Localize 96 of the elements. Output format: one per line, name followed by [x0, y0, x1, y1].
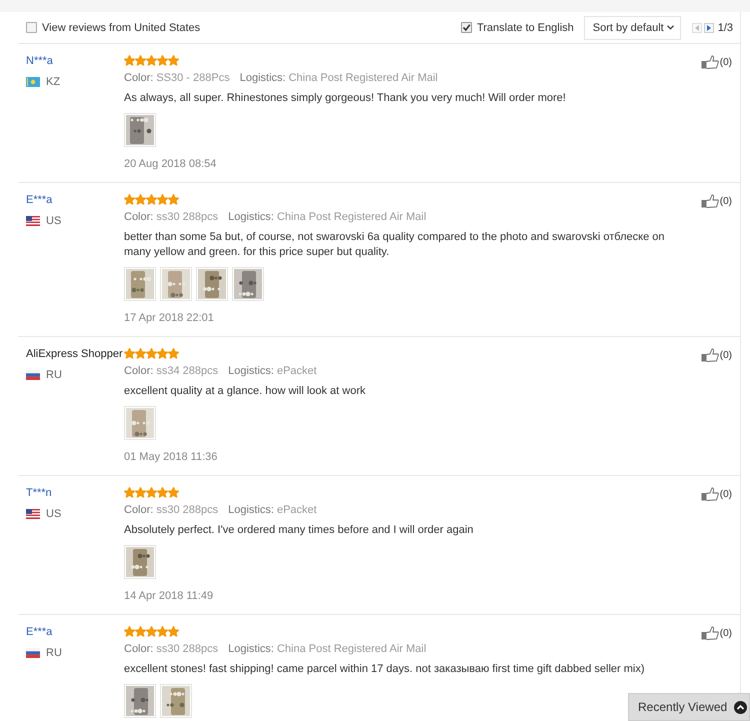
star-icon [135, 487, 146, 498]
caret-left-icon [694, 24, 699, 30]
star-icon [124, 55, 135, 66]
helpful-button[interactable]: (0) [700, 55, 732, 69]
color-value: ss30 288pcs [156, 643, 218, 655]
color-label: Color: [124, 643, 154, 655]
reviewer-name-link[interactable]: E***a [26, 194, 124, 206]
star-icon [168, 348, 179, 359]
checkbox[interactable] [26, 22, 37, 33]
star-icon [135, 194, 146, 205]
country-code: RU [46, 647, 62, 659]
star-icon [135, 348, 146, 359]
review-date: 17 Apr 2018 22:01 [124, 312, 215, 324]
review-text: excellent quality at a glance. how will look at work [124, 384, 367, 399]
thumbs-up-icon [700, 348, 719, 362]
reviewer-name-link[interactable]: T***n [26, 487, 124, 499]
logistics-value: ePacket [276, 504, 317, 516]
star-icon [157, 626, 168, 637]
color-label: Color: [124, 72, 154, 84]
checkbox-label[interactable]: View reviews from United States [42, 22, 200, 34]
logistics-value: ePacket [276, 365, 317, 377]
star-icon [157, 487, 168, 498]
logistics-label: Logistics: [240, 72, 286, 84]
color-label: Color: [124, 365, 154, 377]
country-code: US [46, 508, 62, 520]
checkbox[interactable] [460, 22, 472, 33]
recently-viewed-button[interactable]: Recently Viewed [628, 693, 750, 721]
flag-icon [26, 509, 40, 519]
color-value: ss34 288pcs [156, 365, 218, 377]
star-icon [146, 626, 157, 637]
star-icon [124, 626, 135, 637]
thumbs-up-icon [700, 487, 719, 501]
color-value: ss30 288pcs [156, 504, 218, 516]
review-text: excellent stones! fast shipping! came parcel within 17 days. not заказываю first time gift dabbed seller mix) [124, 662, 646, 677]
star-icon [135, 626, 146, 637]
helpful-count: (0) [720, 350, 732, 360]
logistics-value: China Post Registered Air Mail [276, 643, 426, 655]
helpful-count: (0) [720, 488, 732, 500]
review-date: 01 May 2018 11:36 [124, 451, 218, 463]
star-icon [168, 487, 179, 498]
chevron-up-icon [734, 700, 748, 714]
review-text: Absolutely perfect. I've ordered many times before and I will order again [124, 523, 474, 538]
color-value: ss30 288pcs [156, 211, 218, 223]
star-icon [124, 348, 135, 359]
next-page-button[interactable] [704, 22, 714, 32]
thumbs-up-icon [700, 194, 719, 208]
thumbs-up-icon [700, 55, 719, 69]
color-value: SS30 - 288Pcs [156, 72, 230, 84]
review-date: 20 Aug 2018 08:54 [124, 158, 218, 170]
logistics-label: Logistics: [228, 365, 274, 377]
star-icon [168, 626, 179, 637]
flag-icon [26, 216, 40, 226]
logistics-label: Logistics: [228, 211, 274, 223]
star-icon [124, 194, 135, 205]
star-icon [146, 348, 157, 359]
star-icon [146, 55, 157, 66]
star-icon [146, 194, 157, 205]
country-code: US [46, 215, 62, 227]
helpful-button[interactable]: (0) [700, 348, 732, 362]
thumbs-up-icon [700, 626, 719, 640]
caret-right-icon [706, 24, 711, 30]
logistics-value: China Post Registered Air Mail [288, 72, 438, 84]
flag-icon [26, 648, 40, 658]
review-text: better than some 5a but, of course, not swarovski 6a quality compared to the photo and swarovski отблеске on many yellow and green. for this price super but quality. [124, 230, 666, 260]
helpful-count: (0) [720, 56, 732, 68]
review-text: As always, all super. Rhinestones simply gorgeous! Thank you very much! Will order more! [124, 91, 567, 106]
flag-icon [26, 370, 40, 380]
logistics-label: Logistics: [228, 504, 274, 516]
logistics-label: Logistics: [228, 643, 274, 655]
helpful-count: (0) [720, 628, 732, 638]
country-code: KZ [46, 76, 60, 88]
helpful-count: (0) [720, 196, 732, 206]
country-code: RU [46, 369, 62, 381]
page-indicator: 1/3 [718, 22, 733, 34]
star-icon [124, 487, 135, 498]
star-icon [135, 55, 146, 66]
chevron-down-icon [666, 25, 674, 30]
color-label: Color: [124, 504, 154, 516]
reviewer-name-link[interactable]: N***a [26, 55, 124, 67]
star-icon [168, 55, 179, 66]
star-icon [157, 348, 168, 359]
checkbox-label[interactable]: Translate to English [476, 22, 574, 34]
logistics-value: China Post Registered Air Mail [276, 211, 426, 223]
color-label: Color: [124, 211, 154, 223]
helpful-button[interactable]: (0) [700, 487, 732, 501]
star-icon [146, 487, 157, 498]
reviewer-name: AliExpress Shopper [26, 348, 124, 360]
star-icon [168, 194, 179, 205]
star-icon [157, 55, 168, 66]
helpful-button[interactable]: (0) [700, 626, 732, 640]
review-date: 14 Apr 2018 11:49 [124, 590, 214, 602]
flag-icon [26, 77, 40, 87]
star-icon [157, 194, 168, 205]
reviewer-name-link[interactable]: E***a [26, 626, 124, 638]
helpful-button[interactable]: (0) [700, 194, 732, 208]
sort-dropdown[interactable]: Sort by default [584, 16, 681, 40]
